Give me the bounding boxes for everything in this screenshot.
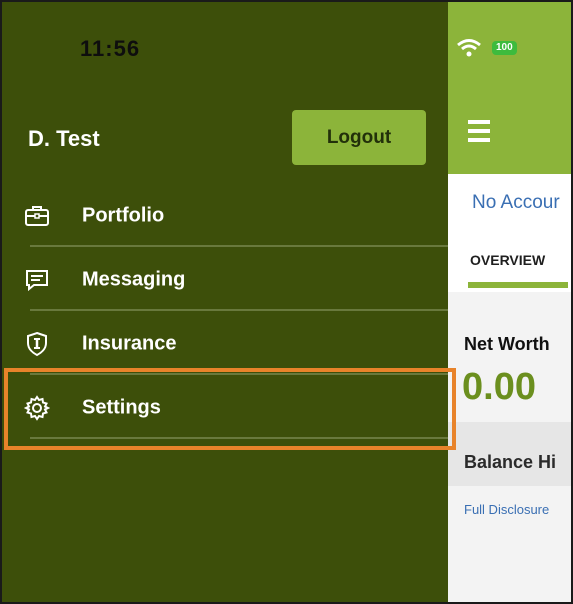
no-accounts-text: No Accour	[472, 192, 560, 213]
tab-overview[interactable]: OVERVIEW	[470, 252, 545, 268]
battery-indicator: 100	[492, 41, 517, 55]
hamburger-menu-icon[interactable]	[468, 120, 490, 147]
user-name: D. Test	[28, 126, 100, 151]
settings-highlight-box	[4, 368, 456, 450]
screenshot-frame: No Accour OVERVIEW Net Worth 0.00 Balanc…	[0, 0, 573, 604]
balance-history-label: Balance Hi	[464, 452, 557, 472]
tab-active-indicator	[468, 282, 568, 288]
net-worth-value: 0.00	[462, 366, 536, 408]
menu-item-label: Insurance	[82, 332, 177, 355]
net-worth-label: Net Worth	[464, 334, 550, 354]
wifi-icon	[457, 39, 481, 57]
shield-icon	[24, 331, 50, 357]
navigation-drawer: 11:56 D. Test Logout Portfolio Messaging…	[2, 2, 448, 602]
app-main-view: No Accour OVERVIEW Net Worth 0.00 Balanc…	[448, 2, 571, 602]
message-icon	[24, 267, 50, 293]
menu-item-label: Portfolio	[82, 204, 165, 227]
app-header	[448, 2, 571, 174]
menu-item-portfolio[interactable]: Portfolio	[2, 184, 448, 248]
menu-divider	[30, 309, 448, 311]
logout-button[interactable]: Logout	[292, 110, 426, 165]
menu-item-insurance[interactable]: Insurance	[2, 312, 448, 376]
status-bar-icons: 100	[426, 32, 571, 62]
full-disclosure-link[interactable]: Full Disclosure	[464, 502, 549, 517]
menu-item-messaging[interactable]: Messaging	[2, 248, 448, 312]
menu-divider	[30, 245, 448, 247]
menu-item-label: Messaging	[82, 268, 186, 291]
briefcase-icon	[24, 203, 50, 229]
status-time: 11:56	[80, 36, 141, 61]
